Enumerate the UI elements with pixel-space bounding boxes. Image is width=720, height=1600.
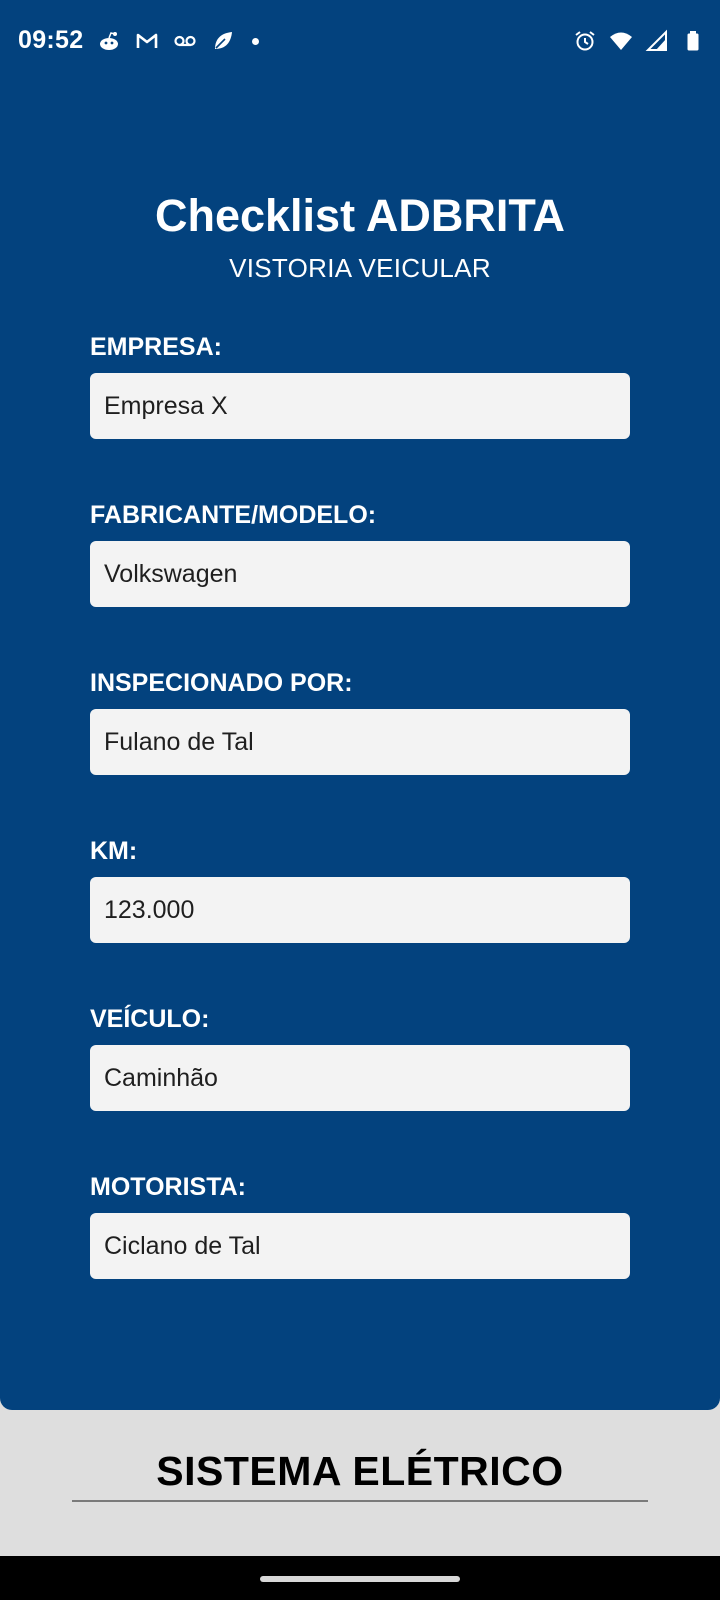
- voicemail-icon: [172, 28, 198, 54]
- gmail-icon: [134, 28, 160, 54]
- battery-icon: [680, 28, 706, 54]
- empresa-label: EMPRESA:: [90, 333, 222, 361]
- veiculo-label: VEÍCULO:: [90, 1005, 210, 1033]
- status-left-icons: [96, 26, 259, 56]
- navigation-bar: [0, 1556, 720, 1600]
- gesture-handle[interactable]: [260, 1576, 460, 1582]
- notification-dot: [252, 37, 259, 45]
- inspecionado-por-field[interactable]: Fulano de Tal: [90, 709, 630, 775]
- alarm-icon: [572, 28, 598, 54]
- empresa-field[interactable]: Empresa X: [90, 373, 630, 439]
- fabricante-modelo-field[interactable]: Volkswagen: [90, 541, 630, 607]
- status-right-icons: [572, 26, 706, 56]
- screen: 09:52 Checklist ADBRITA VISTORIA VEICULA…: [0, 0, 720, 1600]
- km-field[interactable]: 123.000: [90, 877, 630, 943]
- fabricante-modelo-label: FABRICANTE/MODELO:: [90, 501, 377, 529]
- motorista-field[interactable]: Ciclano de Tal: [90, 1213, 630, 1279]
- status-time: 09:52: [18, 26, 84, 54]
- page-title: Checklist ADBRITA: [154, 190, 566, 241]
- wifi-icon: [608, 28, 634, 54]
- reddit-icon: [96, 28, 122, 54]
- section-divider: [72, 1500, 648, 1502]
- status-bar: 09:52: [0, 0, 720, 82]
- veiculo-field[interactable]: Caminhão: [90, 1045, 630, 1111]
- page-subtitle: VISTORIA VEICULAR: [229, 253, 491, 283]
- leaf-icon: [210, 28, 236, 54]
- motorista-label: MOTORISTA:: [90, 1173, 247, 1201]
- signal-icon: [644, 28, 670, 54]
- km-label: KM:: [90, 837, 138, 865]
- inspecionado-por-label: INSPECIONADO POR:: [90, 669, 353, 697]
- section-title-sistema-eletrico: SISTEMA ELÉTRICO: [156, 1448, 564, 1494]
